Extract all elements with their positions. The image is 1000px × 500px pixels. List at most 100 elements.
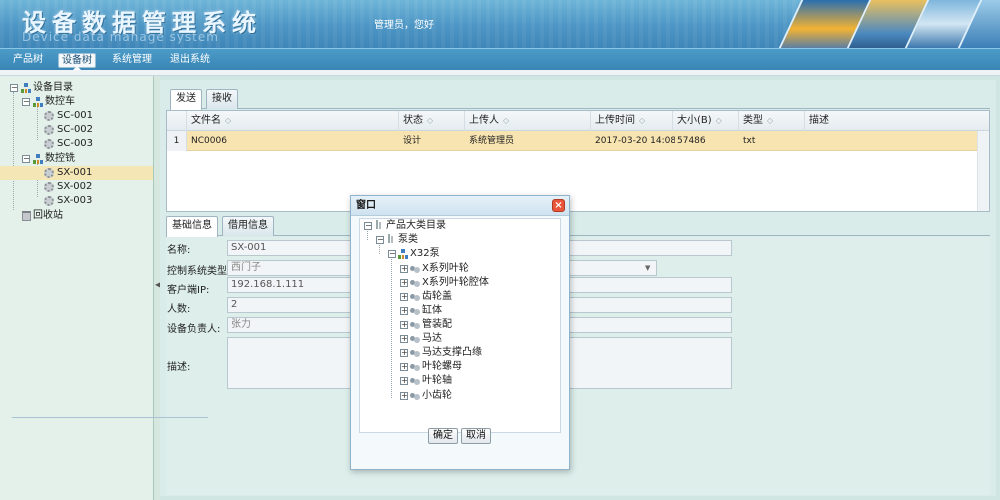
- grid-header: 文件名 ◇ 状态 ◇ 上传人 ◇ 上传时间 ◇ 大小(B) ◇ 类型 ◇ 描述: [167, 111, 989, 131]
- nav-product-tree[interactable]: 产品树: [10, 53, 46, 68]
- chevron-down-icon[interactable]: ▼: [645, 264, 650, 272]
- tree-node-label: 产品大类目录: [386, 220, 446, 231]
- expand-icon[interactable]: +: [400, 321, 408, 329]
- part-icon: [410, 321, 420, 329]
- tree-node-label: 缸体: [422, 305, 442, 316]
- col-header-size[interactable]: 大小(B) ◇: [673, 111, 739, 131]
- part-icon: [410, 392, 420, 400]
- dialog-title: 窗口: [351, 196, 569, 216]
- tree-node-label: 叶轮轴: [422, 375, 452, 386]
- expand-icon[interactable]: +: [400, 307, 408, 315]
- sort-icon: ◇: [225, 116, 232, 125]
- tree-node-recycle[interactable]: 回收站: [0, 209, 153, 223]
- tree-node-label: 泵类: [398, 234, 418, 245]
- gear-icon: [44, 139, 54, 149]
- cancel-button[interactable]: 取消: [461, 428, 491, 444]
- tree-node-label: 马达支撑凸缘: [422, 347, 482, 358]
- col-header-uploader[interactable]: 上传人 ◇: [465, 111, 591, 131]
- nav-system-manage[interactable]: 系统管理: [109, 53, 155, 68]
- tab-basic-info[interactable]: 基础信息: [166, 216, 218, 237]
- collapse-icon[interactable]: −: [22, 155, 30, 163]
- tab-send[interactable]: 发送: [170, 89, 202, 110]
- tree-node-label: 回收站: [33, 210, 63, 221]
- expand-icon[interactable]: +: [400, 265, 408, 273]
- tree-node-label: SC-001: [57, 110, 94, 121]
- row-number: 1: [167, 131, 187, 151]
- collapse-icon[interactable]: −: [22, 98, 30, 106]
- expand-icon[interactable]: +: [400, 335, 408, 343]
- tab-receive[interactable]: 接收: [206, 89, 238, 109]
- col-header-filename[interactable]: 文件名 ◇: [187, 111, 399, 131]
- part-icon: [410, 307, 420, 315]
- header-banner-image: [770, 0, 1000, 48]
- part-icon: [410, 363, 420, 371]
- sort-icon: ◇: [503, 116, 510, 125]
- tree-node-device[interactable]: SC-003: [0, 137, 153, 151]
- cell-type: txt: [743, 136, 756, 146]
- tree-node-label: 数控车: [45, 96, 75, 107]
- gear-icon: [44, 168, 54, 178]
- col-header-type[interactable]: 类型 ◇: [739, 111, 805, 131]
- gear-icon: [44, 125, 54, 135]
- gear-icon: [44, 182, 54, 192]
- expand-icon[interactable]: +: [400, 392, 408, 400]
- tree-node-label: 叶轮螺母: [422, 361, 462, 372]
- app-header: 设备数据管理系统 Device data manage system 管理员，您…: [0, 0, 1000, 48]
- org-chart-icon: [21, 83, 31, 93]
- collapse-icon[interactable]: −: [376, 236, 384, 244]
- gear-icon: [44, 196, 54, 206]
- tree-node-device-selected[interactable]: SX-001: [0, 166, 153, 180]
- expand-icon[interactable]: +: [400, 363, 408, 371]
- tree-node-device[interactable]: SX-002: [0, 180, 153, 194]
- tree-node-device[interactable]: SC-001: [0, 109, 153, 123]
- gear-icon: [44, 111, 54, 121]
- tree-node-label: SX-002: [57, 181, 93, 192]
- table-row[interactable]: 1 NC0006 设计 系统管理员 2017-03-20 14:08:5 574…: [167, 131, 977, 151]
- sort-icon: ◇: [427, 116, 434, 125]
- col-header-status[interactable]: 状态 ◇: [399, 111, 465, 131]
- tree-node-label: 管装配: [422, 319, 452, 330]
- tree-node-label: 数控铣: [45, 153, 75, 164]
- nav-logout[interactable]: 退出系统: [167, 53, 213, 68]
- cell-description: [805, 131, 977, 151]
- grid-scrollbar[interactable]: [977, 131, 989, 211]
- part-icon: [410, 293, 420, 301]
- tree-node-device[interactable]: SX-003: [0, 194, 153, 208]
- collapse-icon[interactable]: −: [388, 250, 396, 258]
- tab-borrow-info[interactable]: 借用信息: [222, 216, 274, 236]
- name-label: 名称:: [167, 245, 191, 256]
- close-icon[interactable]: ×: [552, 199, 565, 212]
- tree-node-group-lathe[interactable]: − 数控车: [0, 95, 153, 109]
- expand-icon[interactable]: +: [400, 293, 408, 301]
- collapse-icon[interactable]: −: [10, 84, 18, 92]
- tree-node-device[interactable]: SC-002: [0, 123, 153, 137]
- sort-icon: ◇: [715, 116, 722, 125]
- dialog-divider: [12, 417, 208, 418]
- tree-node-label: X系列叶轮腔体: [422, 277, 489, 288]
- expand-icon[interactable]: +: [400, 377, 408, 385]
- ok-button[interactable]: 确定: [428, 428, 458, 444]
- cell-uploader: 系统管理员: [469, 136, 515, 146]
- part-icon: [410, 349, 420, 357]
- recycle-bin-icon: [22, 211, 31, 221]
- col-header-upload-time[interactable]: 上传时间 ◇: [591, 111, 673, 131]
- people-count-label: 人数:: [167, 304, 191, 315]
- expand-icon[interactable]: +: [400, 349, 408, 357]
- expand-icon[interactable]: +: [400, 279, 408, 287]
- tree-node-label: SX-003: [57, 195, 93, 206]
- cell-filename: NC0006: [191, 136, 227, 146]
- device-tree-panel: − 设备目录 − 数控车 SC-001 SC-002 SC-003 − 数控铣 …: [0, 76, 154, 500]
- collapse-arrow-icon[interactable]: ◀: [155, 280, 161, 292]
- description-label: 描述:: [167, 362, 191, 373]
- cell-size: 57486: [677, 136, 706, 146]
- file-grid: 文件名 ◇ 状态 ◇ 上传人 ◇ 上传时间 ◇ 大小(B) ◇ 类型 ◇ 描述 1 NC00…: [166, 110, 990, 212]
- tree-node-label: X32泵: [410, 248, 440, 259]
- cell-upload-time: 2017-03-20 14:08:5: [595, 136, 675, 146]
- col-header-description[interactable]: 描述: [805, 111, 977, 131]
- org-chart-icon: [33, 154, 43, 164]
- control-system-label: 控制系统类型:: [167, 266, 231, 277]
- collapse-icon[interactable]: −: [364, 222, 372, 230]
- tree-node-group-mill[interactable]: − 数控铣: [0, 152, 153, 166]
- tree-node-root[interactable]: − 设备目录: [0, 81, 153, 95]
- device-owner-label: 设备负责人:: [167, 324, 221, 335]
